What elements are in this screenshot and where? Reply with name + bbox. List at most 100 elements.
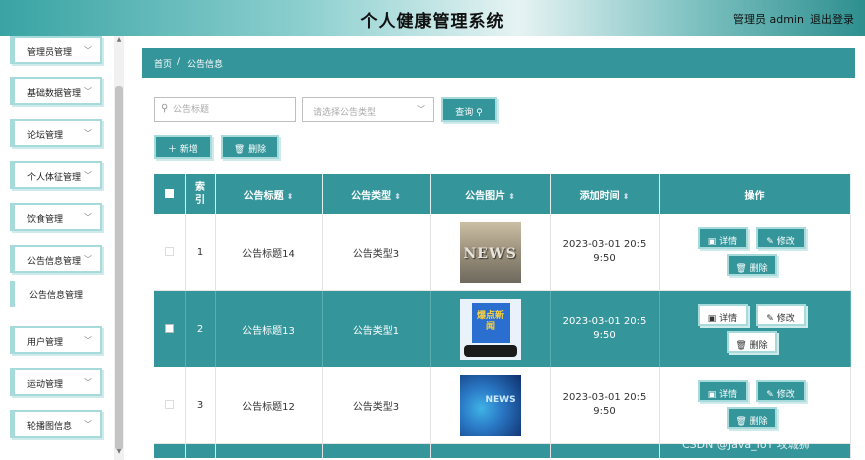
sidebar-item-label: 公告信息管理 — [27, 257, 82, 267]
notice-image: NEWS — [459, 374, 521, 436]
top-header: 个人健康管理系统 管理员 admin 退出登录 — [0, 0, 865, 36]
col-header-time[interactable]: 添加时间 ⬍ — [550, 174, 660, 214]
col-header-index: 索引 — [185, 174, 216, 214]
sidebar-item-forum[interactable]: 论坛管理 ﹀ — [10, 119, 102, 147]
sidebar-item-basic-data[interactable]: 基础数据管理 ﹀ — [10, 77, 102, 105]
sidebar-scrollbar[interactable]: ▲ ▼ — [114, 36, 124, 460]
edit-icon: ✎ — [766, 390, 777, 400]
trash-icon: 🗑 — [233, 145, 249, 155]
title-search-input[interactable] — [173, 102, 291, 118]
row-checkbox[interactable] — [164, 247, 174, 256]
row-checkbox[interactable] — [164, 324, 174, 333]
row-index: 2 — [185, 290, 216, 367]
scroll-down-icon[interactable]: ▼ — [115, 448, 123, 458]
delete-button[interactable]: 🗑 删除 — [726, 254, 777, 276]
chevron-down-icon: ﹀ — [84, 420, 92, 429]
type-select[interactable]: 请选择公告类型 ﹀ — [302, 97, 434, 122]
row-title: 公告标题14 — [215, 214, 323, 291]
delete-button-label: 删除 — [248, 145, 267, 155]
sidebar-item-users[interactable]: 用户管理 ﹀ — [10, 326, 102, 354]
breadcrumb-home[interactable]: 首页 — [154, 57, 172, 70]
col-header-image[interactable]: 公告图片 ⬍ — [430, 174, 551, 214]
search-button[interactable]: 查询 ⚲ — [441, 97, 497, 122]
detail-icon: ▣ — [707, 314, 720, 324]
row-title: 公告标题12 — [215, 367, 323, 444]
delete-button[interactable]: 🗑 删除 — [726, 331, 777, 353]
row-image-cell: NEWS — [430, 367, 551, 444]
row-time: 2023-03-01 20:59:50 — [550, 290, 660, 367]
chevron-down-icon: ﹀ — [84, 378, 92, 387]
row-time: 2023-03-01 20:59:50 — [550, 214, 660, 291]
chevron-down-icon: ﹀ — [84, 336, 92, 345]
sidebar-item-label: 运动管理 — [27, 380, 64, 390]
logout-link[interactable]: 退出登录 — [810, 11, 854, 27]
sidebar-item-sports[interactable]: 运动管理 ﹀ — [10, 368, 102, 396]
row-title: 公告标题13 — [215, 290, 323, 367]
row-image-cell: NEWS — [430, 214, 551, 291]
edit-button[interactable]: ✎ 修改 — [755, 227, 806, 249]
row-type: 公告类型3 — [322, 214, 431, 291]
edit-icon: ✎ — [766, 314, 777, 324]
search-button-label: 查询 — [455, 108, 474, 118]
title-search-field[interactable]: ⚲ — [154, 97, 296, 122]
chevron-down-icon: ﹀ — [84, 255, 92, 264]
row-actions: ▣ 详情 ✎ 修改 🗑 删除 — [659, 367, 851, 444]
sidebar-subitem-notice[interactable]: 公告信息管理 — [10, 281, 102, 307]
search-icon: ⚲ — [161, 103, 169, 114]
col-header-title[interactable]: 公告标题 ⬍ — [215, 174, 323, 214]
col-header-actions: 操作 — [659, 174, 851, 214]
table-row: 3 公告标题12 公告类型3 NEWS 2023-03-01 20:59:50 … — [154, 367, 851, 444]
current-user: 管理员 admin — [733, 13, 804, 26]
sort-icon[interactable]: ⬍ — [623, 192, 630, 201]
detail-button[interactable]: ▣ 详情 — [697, 227, 748, 249]
select-all-checkbox[interactable] — [164, 189, 174, 198]
search-icon: ⚲ — [476, 108, 483, 118]
edit-button[interactable]: ✎ 修改 — [755, 304, 806, 326]
sidebar-item-diet[interactable]: 饮食管理 ﹀ — [10, 203, 102, 231]
row-index: 3 — [185, 367, 216, 444]
type-select-placeholder: 请选择公告类型 — [313, 108, 377, 118]
sidebar-item-notice[interactable]: 公告信息管理 ﹀ — [10, 245, 102, 273]
row-checkbox[interactable] — [164, 400, 174, 409]
breadcrumb-current: 公告信息 — [187, 60, 224, 70]
sidebar-item-admin[interactable]: 管理员管理 ﹀ — [10, 36, 102, 64]
sidebar-item-vital-signs[interactable]: 个人体征管理 ﹀ — [10, 161, 102, 189]
chevron-down-icon: ﹀ — [84, 129, 92, 138]
trash-icon: 🗑 — [735, 341, 750, 351]
chevron-down-icon: ﹀ — [84, 46, 92, 55]
trash-icon: 🗑 — [735, 264, 750, 274]
notice-image: 爆点新闻 — [459, 298, 521, 360]
row-type: 公告类型3 — [322, 367, 431, 444]
watermark: CSDN @Java_IoT 攻城狮 — [682, 438, 810, 451]
sidebar-item-label: 饮食管理 — [27, 215, 64, 225]
sidebar-item-label: 用户管理 — [27, 338, 64, 348]
sort-icon[interactable]: ⬍ — [287, 192, 294, 201]
sort-icon[interactable]: ⬍ — [508, 192, 515, 201]
chevron-down-icon: ﹀ — [84, 171, 92, 180]
detail-icon: ▣ — [707, 237, 720, 247]
table-header-row: 索引 公告标题 ⬍ 公告类型 ⬍ 公告图片 ⬍ 添加时间 ⬍ 操作 — [154, 174, 851, 214]
scroll-thumb[interactable] — [115, 86, 123, 450]
sidebar-item-label: 基础数据管理 — [27, 89, 82, 99]
detail-button[interactable]: ▣ 详情 — [697, 304, 748, 326]
sidebar-subitem-label: 公告信息管理 — [29, 291, 84, 301]
add-button-label: 新增 — [179, 145, 198, 155]
row-actions: ▣ 详情 ✎ 修改 🗑 删除 — [659, 290, 851, 367]
sort-icon[interactable]: ⬍ — [394, 192, 401, 201]
row-type: 公告类型1 — [322, 290, 431, 367]
row-index: 1 — [185, 214, 216, 291]
detail-button[interactable]: ▣ 详情 — [697, 380, 748, 402]
add-button[interactable]: ＋ 新增 — [154, 135, 212, 159]
sidebar-item-carousel[interactable]: 轮播图信息 ﹀ — [10, 410, 102, 438]
sidebar-item-label: 轮播图信息 — [27, 422, 73, 432]
notice-table: 索引 公告标题 ⬍ 公告类型 ⬍ 公告图片 ⬍ 添加时间 ⬍ 操作 1 公告标题14 公… — [154, 174, 851, 458]
scroll-up-icon[interactable]: ▲ — [115, 36, 123, 46]
batch-delete-button[interactable]: 🗑 删除 — [221, 135, 279, 159]
chevron-down-icon: ﹀ — [417, 105, 425, 114]
delete-button[interactable]: 🗑 删除 — [726, 407, 777, 429]
table-row: 1 公告标题14 公告类型3 NEWS 2023-03-01 20:59:50 … — [154, 214, 851, 291]
edit-button[interactable]: ✎ 修改 — [755, 380, 806, 402]
col-header-type[interactable]: 公告类型 ⬍ — [322, 174, 431, 214]
row-actions: ▣ 详情 ✎ 修改 🗑 删除 — [659, 214, 851, 291]
breadcrumb: 首页 / 公告信息 — [142, 48, 855, 78]
